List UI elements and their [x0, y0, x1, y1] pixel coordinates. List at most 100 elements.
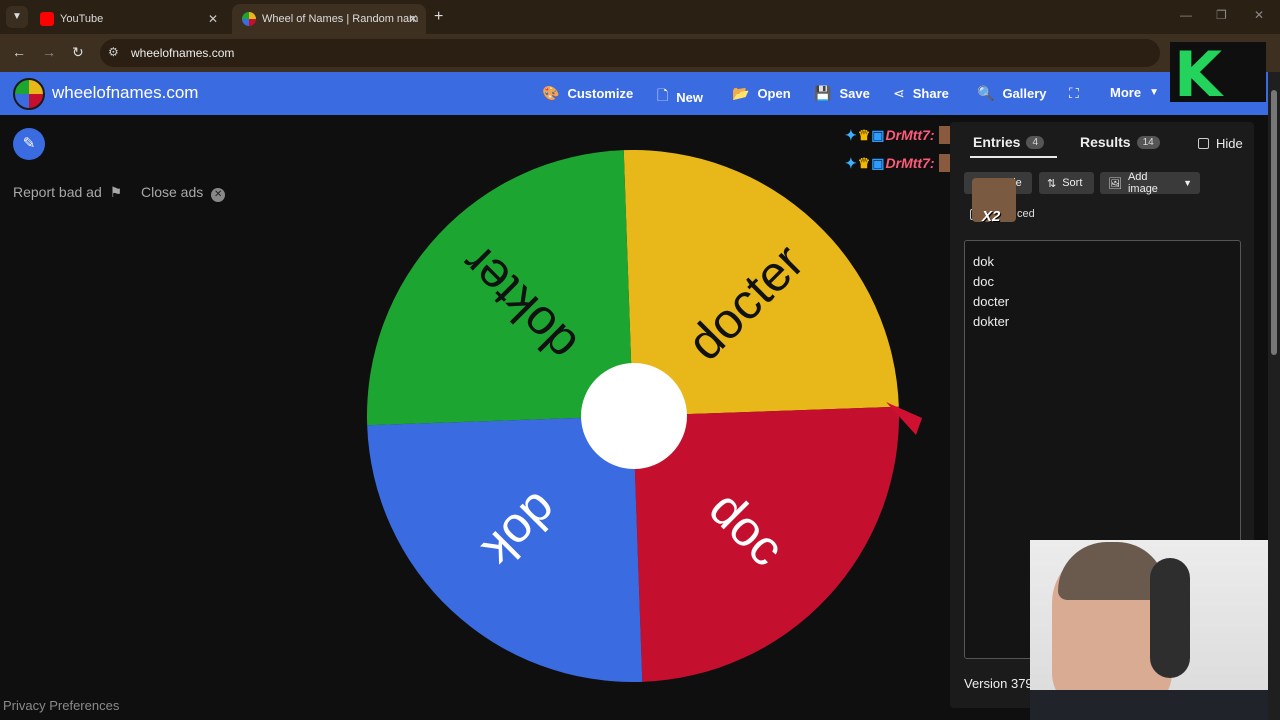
- close-circle-icon: ✕: [211, 188, 226, 202]
- youtube-icon: [40, 12, 54, 26]
- privacy-preferences-link[interactable]: Privacy Preferences: [3, 698, 119, 713]
- pin-icon: ✦: [845, 126, 857, 143]
- share-label: Share: [912, 86, 949, 101]
- customize-button[interactable]: 🎨 Customize: [542, 85, 633, 102]
- hide-label: Hide: [1216, 136, 1243, 151]
- streamer-k-logo: K: [1170, 38, 1266, 111]
- entries-count-badge: 4: [1026, 135, 1045, 149]
- gallery-label: Gallery: [1002, 86, 1047, 101]
- report-bad-ad-link[interactable]: Report bad ad ⚑: [13, 184, 122, 201]
- restore-icon[interactable]: ❐: [1216, 8, 1227, 22]
- more-button[interactable]: More ▼: [1110, 85, 1159, 100]
- list-item: dok: [973, 254, 994, 269]
- add-image-label: Add image: [1127, 171, 1158, 195]
- gallery-button[interactable]: 🔍 Gallery: [977, 85, 1047, 102]
- customize-label: Customize: [567, 86, 634, 101]
- save-icon: 💾: [814, 85, 832, 101]
- new-tab-icon[interactable]: +: [434, 8, 443, 26]
- advanced-label: ced: [1017, 208, 1035, 220]
- wheel-center-button[interactable]: [581, 363, 687, 469]
- streamer-shirt: [1030, 690, 1268, 720]
- tab-results-label: Results: [1080, 134, 1131, 150]
- pencil-icon: ✎: [22, 135, 36, 152]
- fullscreen-button[interactable]: ⛶: [1069, 85, 1079, 102]
- hide-checkbox[interactable]: Hide: [1198, 136, 1243, 151]
- more-label: More: [1110, 85, 1142, 100]
- chevron-down-icon: ▼: [1183, 178, 1192, 188]
- omnibox[interactable]: ⚙ wheelofnames.com: [100, 39, 1160, 67]
- name-wheel[interactable]: docter doc dok dokter: [366, 150, 926, 690]
- k-logo-icon: K: [1174, 38, 1223, 111]
- new-label: New: [676, 89, 703, 105]
- wheel-logo-icon[interactable]: [13, 78, 45, 110]
- url-text: wheelofnames.com: [131, 46, 235, 60]
- badge-icon: ▣: [871, 126, 885, 143]
- site-info-icon[interactable]: ⚙: [108, 45, 119, 59]
- file-icon: 🗋: [657, 87, 669, 103]
- chevron-down-icon: ▼: [1149, 87, 1159, 98]
- tab-results[interactable]: Results 14: [1080, 134, 1160, 150]
- chat-emote-overlay: X2: [972, 178, 1016, 225]
- edit-pencil-button[interactable]: ✎: [13, 128, 45, 160]
- flag-icon: ⚑: [109, 184, 123, 200]
- save-label: Save: [839, 86, 870, 101]
- save-button[interactable]: 💾 Save: [814, 85, 870, 102]
- close-ads-link[interactable]: Close ads ✕: [141, 184, 226, 202]
- share-button[interactable]: ⋖ Share: [893, 85, 949, 102]
- tab-search-chevron-icon[interactable]: ▼: [6, 6, 28, 28]
- headphones-icon: [1150, 558, 1190, 678]
- results-count-badge: 14: [1136, 135, 1160, 149]
- webcam-overlay: [1030, 540, 1268, 720]
- reload-icon[interactable]: ↻: [72, 44, 84, 61]
- minimize-icon[interactable]: —: [1180, 8, 1192, 22]
- app-header: wheelofnames.com 🎨 Customize 🗋 New 📂 Ope…: [0, 72, 1268, 115]
- palette-icon: 🎨: [542, 85, 560, 101]
- report-ad-label: Report bad ad: [13, 184, 102, 200]
- sort-label: Sort: [1062, 177, 1083, 189]
- version-text: Version 379: [964, 676, 1033, 691]
- logo-text[interactable]: wheelofnames.com: [52, 83, 198, 103]
- scrollbar-thumb[interactable]: [1271, 90, 1277, 355]
- close-window-icon[interactable]: ✕: [1254, 8, 1264, 22]
- new-button[interactable]: 🗋 New: [657, 85, 703, 109]
- browser-tab-youtube[interactable]: YouTube ✕: [30, 4, 226, 34]
- chat-message: ✦ ♛ ▣ DrMtt7:: [845, 154, 957, 172]
- browser-tab-bar: ▼ YouTube ✕ Wheel of Names | Random nam …: [0, 0, 1280, 34]
- chat-message: ✦ ♛ ▣ DrMtt7:: [845, 126, 957, 144]
- folder-icon: 📂: [732, 85, 750, 101]
- search-icon: 🔍: [977, 85, 995, 101]
- open-label: Open: [757, 86, 791, 101]
- close-tab-icon[interactable]: ✕: [408, 12, 418, 26]
- pin-icon: ✦: [845, 154, 857, 171]
- close-ads-label: Close ads: [141, 184, 204, 200]
- page-scrollbar[interactable]: [1268, 72, 1280, 720]
- sort-button[interactable]: ⇅ Sort: [1039, 172, 1094, 194]
- image-icon: 🖼: [1108, 177, 1122, 190]
- forward-icon[interactable]: →: [42, 44, 56, 60]
- tab-title: Wheel of Names | Random nam: [262, 13, 419, 25]
- browser-tab-wheel-of-names[interactable]: Wheel of Names | Random nam ✕: [232, 4, 426, 34]
- share-icon: ⋖: [893, 85, 905, 101]
- sort-icon: ⇅: [1047, 177, 1057, 190]
- chat-username: DrMtt7:: [885, 155, 935, 171]
- list-item: docter: [973, 294, 1010, 309]
- open-button[interactable]: 📂 Open: [732, 85, 791, 102]
- fullscreen-icon: ⛶: [1069, 85, 1079, 101]
- tab-entries[interactable]: Entries 4: [973, 134, 1045, 150]
- list-item: dokter: [973, 314, 1010, 329]
- add-image-button[interactable]: 🖼 Add image ▼: [1100, 171, 1200, 195]
- badge-icon: ▣: [871, 154, 885, 171]
- checkbox-icon: [1198, 138, 1209, 149]
- back-icon[interactable]: ←: [12, 44, 26, 60]
- address-bar-row: ← → ↻ ⚙ wheelofnames.com: [0, 34, 1280, 72]
- list-item: doc: [973, 274, 994, 289]
- active-tab-indicator: [970, 156, 1057, 158]
- crown-icon: ♛: [857, 126, 871, 143]
- tab-title: YouTube: [60, 13, 104, 25]
- wheel-of-names-icon: [242, 12, 256, 26]
- tab-entries-label: Entries: [973, 134, 1021, 150]
- crown-icon: ♛: [857, 154, 871, 171]
- close-tab-icon[interactable]: ✕: [208, 12, 218, 26]
- emote-multiplier: X2: [982, 208, 1001, 225]
- chat-username: DrMtt7:: [885, 127, 935, 143]
